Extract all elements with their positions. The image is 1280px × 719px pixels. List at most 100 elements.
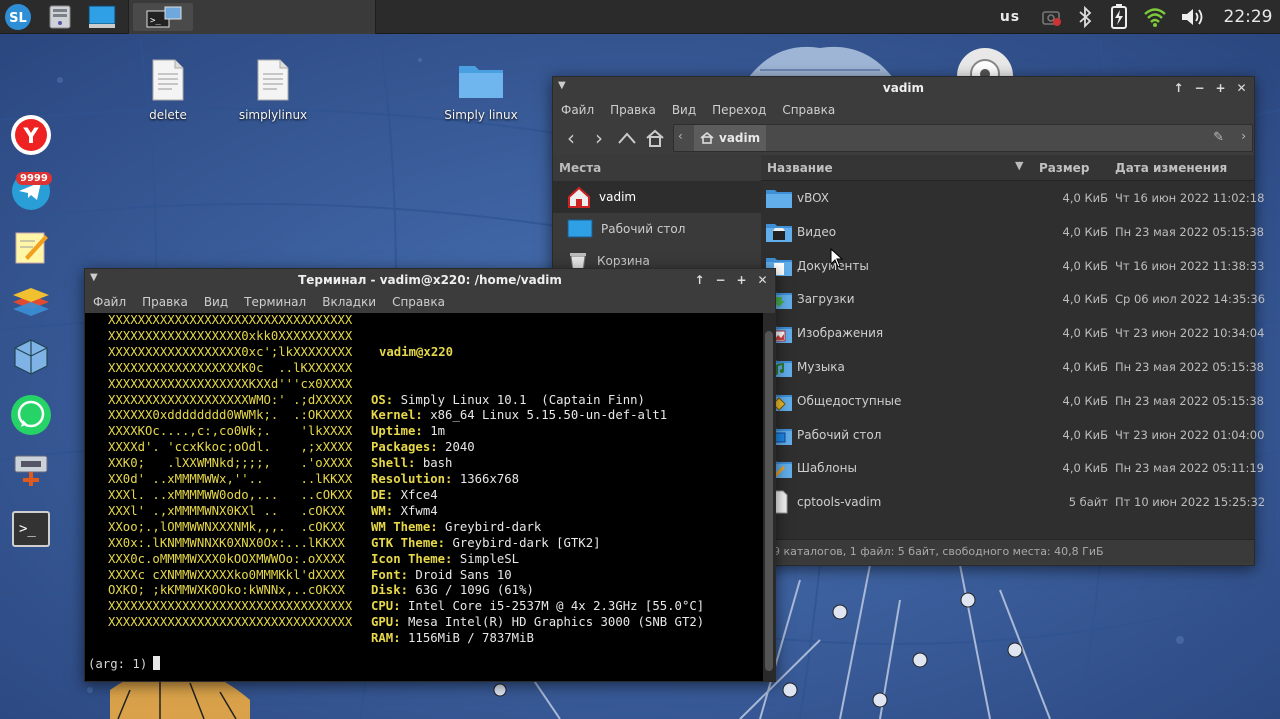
dock-ethernet[interactable] (4, 446, 58, 492)
menu-edit[interactable]: Правка (610, 103, 656, 117)
dock-telegram[interactable]: 9999 (4, 166, 58, 212)
scrollbar-thumb[interactable] (765, 331, 773, 671)
file-name: Изображения (797, 326, 884, 341)
file-modified: Чт 23 июн 2022 01:04:00 (1115, 427, 1265, 442)
file-modified: Ср 06 июл 2022 14:35:36 (1115, 292, 1266, 307)
menu-file[interactable]: Файл (93, 295, 126, 309)
shell-prompt: (arg: 1) (88, 656, 161, 673)
edit-path-icon[interactable]: ✎ (1213, 130, 1224, 145)
battery-icon[interactable] (1104, 0, 1134, 34)
maximize-icon[interactable]: + (733, 273, 750, 287)
file-size: 4,0 КиБ (1062, 224, 1108, 239)
place-desktop[interactable]: Рабочий стол (553, 213, 761, 245)
dock-terminal[interactable]: >_ (4, 506, 58, 552)
fm-toolbar: ‹ › ‹ vadim ✎ › (553, 121, 1254, 155)
dock-whatsapp[interactable] (4, 392, 58, 438)
disk-icon[interactable] (46, 3, 74, 31)
file-row[interactable]: Загрузки 4,0 КиБ Ср 06 июл 2022 14:35:36 (761, 282, 1265, 316)
place-vadim[interactable]: vadim (553, 181, 761, 213)
terminal-scrollbar[interactable] (763, 313, 775, 681)
file-size: 4,0 КиБ (1062, 191, 1108, 205)
file-row[interactable]: Рабочий стол 4,0 КиБ Чт 23 июн 2022 01:0… (761, 418, 1264, 452)
path-scroll-right-icon[interactable]: › (1241, 129, 1246, 143)
window-menu-icon[interactable]: ▼ (558, 80, 566, 91)
window-menu-icon[interactable]: ▼ (90, 272, 98, 283)
back-icon[interactable]: ‹ (557, 123, 585, 153)
menu-help[interactable]: Справка (392, 295, 445, 309)
whatsapp-icon (11, 395, 51, 435)
minimize-icon[interactable]: − (712, 273, 729, 287)
desktop-icon-simplylinux[interactable]: simplylinux (227, 58, 319, 122)
logo-line: XXXXd'. 'ccxKkoc;oOdl. ,;xXXXX (108, 440, 353, 455)
wifi-icon[interactable] (1140, 0, 1170, 34)
file-row[interactable]: cptools-vadim 5 байт Пт 10 июн 2022 15:2… (761, 485, 1265, 519)
path-button-vadim[interactable]: vadim (694, 125, 766, 151)
video-folder-icon (766, 223, 792, 242)
path-scroll-left-icon[interactable]: ‹ (678, 129, 683, 143)
info-value: Simply Linux 10.1 (Captain Finn) (393, 392, 645, 407)
dock-notes[interactable] (4, 224, 58, 270)
file-size: 4,0 КиБ (1062, 461, 1108, 476)
home-icon[interactable] (641, 123, 669, 153)
desktop-icon-delete[interactable]: delete (122, 58, 214, 122)
menu-terminal[interactable]: Терминал (244, 295, 306, 309)
file-row[interactable]: Видео 4,0 КиБ Пн 23 мая 2022 05:15:38 (761, 215, 1264, 249)
logo-line: OXKO; ;kKMMWXK0Oko:kWNNx,..cOKXX (108, 583, 345, 598)
up-icon[interactable] (613, 123, 641, 153)
info-line: WM: Xfwm4 (371, 504, 704, 520)
file-modified: Пн 23 мая 2022 05:11:19 (1115, 461, 1264, 476)
column-modified[interactable]: Дата изменения (1115, 161, 1227, 175)
path-bar: ‹ vadim ✎ › (673, 124, 1253, 152)
file-row[interactable]: Музыка 4,0 КиБ Пн 23 мая 2022 05:15:38 (761, 350, 1264, 384)
info-value: Droid Sans 10 (408, 567, 512, 582)
shade-icon[interactable]: ↑ (691, 273, 708, 287)
menu-view[interactable]: Вид (204, 295, 228, 309)
keyboard-layout[interactable]: us (994, 0, 1026, 34)
virtualbox-icon (14, 339, 48, 375)
close-icon[interactable]: ✕ (754, 273, 771, 287)
forward-icon[interactable]: › (585, 123, 613, 153)
menu-tabs[interactable]: Вкладки (322, 295, 376, 309)
menu-view[interactable]: Вид (672, 103, 696, 117)
minimize-icon[interactable]: − (1191, 81, 1208, 95)
layers-icon (13, 288, 49, 316)
terminal-titlebar[interactable]: ▼ Терминал - vadim@x220: /home/vadim ↑ −… (85, 269, 775, 291)
menu-go[interactable]: Переход (712, 103, 766, 117)
dock-yandex-browser[interactable]: Y (4, 112, 58, 158)
info-line: Font: Droid Sans 10 (371, 568, 704, 584)
volume-icon[interactable] (1176, 0, 1210, 34)
column-name[interactable]: Название (767, 161, 833, 175)
maximize-icon[interactable]: + (1212, 81, 1229, 95)
close-icon[interactable]: ✕ (1233, 81, 1250, 95)
file-row[interactable]: Общедоступные 4,0 КиБ Пн 23 мая 2022 05:… (761, 384, 1264, 418)
file-row[interactable]: Шаблоны 4,0 КиБ Пн 23 мая 2022 05:11:19 (761, 451, 1264, 485)
file-row[interactable]: vBOX 4,0 КиБ Чт 16 июн 2022 11:02:18 (761, 181, 1264, 215)
svg-text:SL: SL (9, 11, 27, 26)
menu-edit[interactable]: Правка (142, 295, 188, 309)
desktop-icon[interactable] (88, 3, 116, 31)
terminal-icon: >_ (12, 511, 50, 547)
terminal-output[interactable]: XXXXXXXXXXXXXXXXXXXXXXXXXXXXXXXXX XXXXXXX… (85, 313, 765, 681)
task-terminal[interactable]: >_ (133, 3, 193, 31)
sl-menu-icon[interactable]: SL (4, 3, 32, 31)
info-line: Kernel: x86_64 Linux 5.15.50-un-def-alt1 (371, 408, 704, 424)
dock-virtualbox[interactable] (4, 334, 58, 380)
info-line: GPU: Mesa Intel(R) HD Graphics 3000 (SNB… (371, 615, 704, 631)
menu-file[interactable]: Файл (561, 103, 594, 117)
camera-icon[interactable] (1036, 0, 1066, 34)
info-key: DE: (371, 487, 394, 502)
desktop-icon-simply-linux[interactable]: Simply linux (435, 58, 527, 122)
info-key: Font: (371, 567, 409, 582)
menu-help[interactable]: Справка (782, 103, 835, 117)
info-value: 2040 (437, 440, 475, 455)
file-modified: Чт 16 июн 2022 11:02:18 (1115, 191, 1265, 205)
bluetooth-icon[interactable] (1070, 0, 1100, 34)
shade-icon[interactable]: ↑ (1170, 81, 1187, 95)
clock[interactable]: 22:29 (1218, 0, 1278, 34)
fm-titlebar[interactable]: ▼ vadim ↑ − + ✕ (553, 77, 1254, 99)
column-size[interactable]: Размер (1039, 161, 1089, 175)
file-row[interactable]: Изображения 4,0 КиБ Чт 23 июн 2022 10:34… (761, 316, 1264, 350)
info-line: WM Theme: Greybird-dark (371, 520, 704, 536)
dock-layers[interactable] (4, 280, 58, 326)
sort-desc-icon[interactable]: ▼ (1015, 159, 1023, 172)
